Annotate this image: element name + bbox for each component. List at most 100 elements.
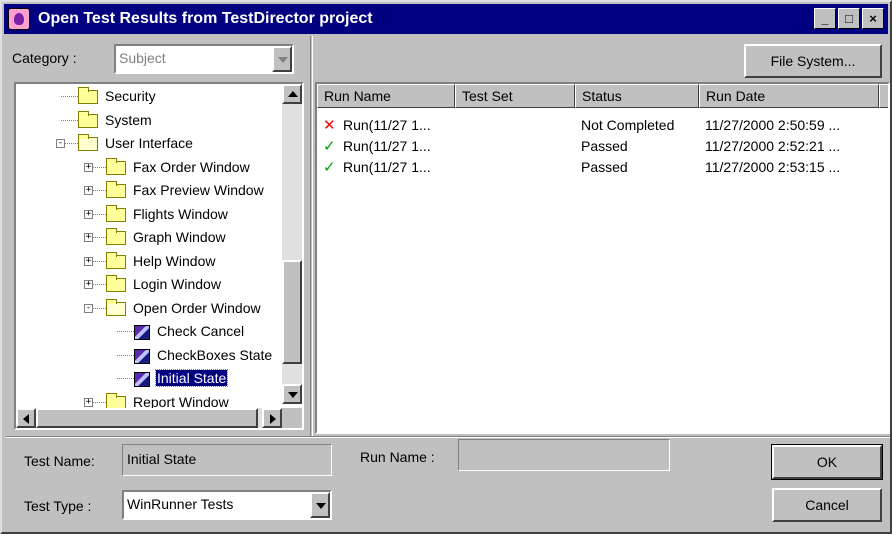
tree-item[interactable]: + Flights Window xyxy=(16,203,282,226)
pass-check-icon: ✓ xyxy=(323,138,336,155)
table-row[interactable]: ✕ Run(11/27 1... Not Completed 11/27/2000 2… xyxy=(317,116,877,137)
expand-icon[interactable]: + xyxy=(84,280,93,289)
tree-connector xyxy=(61,96,78,97)
status-cell: Passed xyxy=(581,138,628,154)
column-header-run-name[interactable]: Run Name xyxy=(317,84,455,108)
chevron-down-icon[interactable] xyxy=(310,492,330,518)
test-icon xyxy=(134,348,150,364)
tree-item-label: Graph Window xyxy=(133,229,226,245)
status-cell: Not Completed xyxy=(581,117,675,133)
expand-icon[interactable]: + xyxy=(84,397,93,407)
folder-icon xyxy=(106,204,126,222)
title-bar[interactable]: Open Test Results from TestDirector proj… xyxy=(4,4,888,34)
status-cell: Passed xyxy=(581,159,628,175)
folder-icon xyxy=(78,110,98,128)
scroll-thumb[interactable] xyxy=(282,260,302,364)
expand-icon[interactable]: + xyxy=(84,186,93,195)
category-label: Category : xyxy=(12,50,77,66)
test-name-field[interactable]: Initial State xyxy=(122,444,332,476)
expand-icon[interactable]: + xyxy=(84,209,93,219)
run-name-cell: Run(11/27 1... xyxy=(343,117,431,133)
expand-icon[interactable]: + xyxy=(84,162,93,172)
tree-item[interactable]: + Help Window xyxy=(16,250,282,273)
tree-item[interactable]: - Open Order Window xyxy=(16,297,282,320)
scroll-left-button[interactable] xyxy=(16,408,36,428)
bottom-divider xyxy=(6,436,890,438)
tree-item[interactable]: Security xyxy=(16,85,282,108)
window-title: Open Test Results from TestDirector proj… xyxy=(38,10,373,27)
app-icon xyxy=(8,8,30,30)
fail-x-icon: ✕ xyxy=(323,117,336,134)
horizontal-scroll-thumb[interactable] xyxy=(36,408,258,428)
maximize-button[interactable]: □ xyxy=(838,8,860,29)
pane-divider[interactable] xyxy=(310,36,313,436)
column-header-run-date[interactable]: Run Date xyxy=(699,84,879,108)
tree-item[interactable]: + Graph Window xyxy=(16,226,282,249)
tree-item[interactable]: + Fax Order Window xyxy=(16,156,282,179)
table-row[interactable]: ✓ Run(11/27 1... Passed 11/27/2000 2:53:15 … xyxy=(317,158,877,179)
test-type-value: WinRunner Tests xyxy=(127,496,234,512)
column-header-status[interactable]: Status xyxy=(575,84,699,108)
tree-item[interactable]: + Fax Preview Window xyxy=(16,179,282,202)
tree-item[interactable]: System xyxy=(16,109,282,132)
test-type-select[interactable]: WinRunner Tests xyxy=(122,490,332,520)
tree-connector xyxy=(117,354,134,356)
scroll-corner xyxy=(282,408,302,428)
scroll-right-button[interactable] xyxy=(262,408,282,428)
run-name-label: Run Name : xyxy=(360,449,435,465)
tree-item-label: Help Window xyxy=(133,252,216,269)
run-date-cell: 11/27/2000 2:52:21 ... xyxy=(705,138,841,154)
subject-tree[interactable]: Security System - User Interface + Fax Order … xyxy=(14,82,304,430)
tree-item[interactable]: Initial State xyxy=(16,367,282,390)
tree-item[interactable]: CheckBoxes State xyxy=(16,344,282,367)
chevron-down-icon[interactable] xyxy=(272,46,292,72)
folder-icon xyxy=(106,251,126,269)
tree-item-label: CheckBoxes State xyxy=(157,346,273,363)
tree-item[interactable]: - User Interface xyxy=(16,132,282,155)
run-name-cell: Run(11/27 1... xyxy=(343,138,431,154)
run-name-field[interactable] xyxy=(458,439,670,471)
scroll-up-button[interactable] xyxy=(282,84,302,104)
tree-vertical-scrollbar[interactable] xyxy=(282,84,302,404)
run-name-cell: Run(11/27 1... xyxy=(343,159,431,175)
tree-item[interactable]: + Login Window xyxy=(16,273,282,296)
results-list[interactable]: Run Name Test Set Status Run Date ✕ Run(1… xyxy=(315,82,890,434)
folder-icon xyxy=(106,228,126,245)
tree-item-label: Initial State xyxy=(154,369,229,387)
folder-icon xyxy=(106,275,126,292)
tree-connector xyxy=(61,119,78,121)
table-row[interactable]: ✓ Run(11/27 1... Passed 11/27/2000 2:52:21 … xyxy=(317,137,877,158)
tree-horizontal-scrollbar[interactable] xyxy=(16,408,282,428)
tree-connector xyxy=(117,378,134,379)
ok-button[interactable]: OK xyxy=(771,444,883,480)
column-header-filler xyxy=(879,84,888,108)
folder-open-icon xyxy=(106,298,126,316)
category-select[interactable]: Subject xyxy=(114,44,294,74)
run-date-cell: 11/27/2000 2:50:59 ... xyxy=(705,117,841,133)
tree-item-label: User Interface xyxy=(105,135,193,151)
cancel-button[interactable]: Cancel xyxy=(772,488,882,522)
folder-icon xyxy=(78,87,98,104)
collapse-icon[interactable]: - xyxy=(56,139,65,148)
tree-item-label: Fax Preview Window xyxy=(133,182,264,198)
test-name-label: Test Name: xyxy=(24,453,95,469)
scroll-down-button[interactable] xyxy=(282,384,302,404)
test-icon xyxy=(134,372,150,387)
minimize-button[interactable]: _ xyxy=(814,8,836,29)
expand-icon[interactable]: + xyxy=(84,256,93,266)
tree-connector xyxy=(117,331,134,332)
folder-icon xyxy=(106,157,126,175)
tree-item-label: Flights Window xyxy=(133,205,228,222)
tree-item[interactable]: Check Cancel xyxy=(16,320,282,343)
column-header-test-set[interactable]: Test Set xyxy=(455,84,575,108)
category-value: Subject xyxy=(119,50,166,66)
close-button[interactable]: × xyxy=(862,8,884,29)
tree-item-label: Fax Order Window xyxy=(133,158,250,175)
tree-item-label: Security xyxy=(105,88,156,104)
collapse-icon[interactable]: - xyxy=(84,303,93,313)
file-system-button[interactable]: File System... xyxy=(744,44,882,78)
tree-item-label: Login Window xyxy=(133,276,221,292)
pass-check-icon: ✓ xyxy=(323,159,336,176)
expand-icon[interactable]: + xyxy=(84,233,93,242)
test-type-label: Test Type : xyxy=(24,498,92,514)
